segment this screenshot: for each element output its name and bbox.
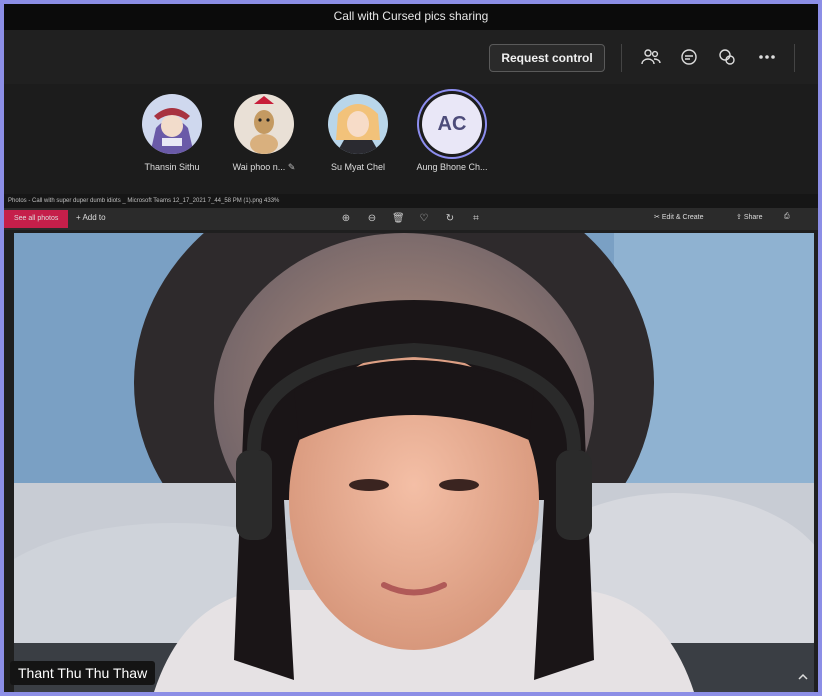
- photos-toolbar: See all photos + Add to ⊕ ⊖ 🗑 ♡ ↻ ⌗ ✂ Ed…: [4, 208, 818, 230]
- shared-window-title: Photos - Call with super duper dumb idio…: [8, 198, 280, 204]
- add-to-button[interactable]: + Add to: [76, 213, 106, 222]
- avatar: [234, 94, 294, 154]
- participant-name: Wai phoo n...: [232, 162, 286, 172]
- toolbar-divider-right: [794, 44, 795, 72]
- avatar: [142, 94, 202, 154]
- speaker-video-person: [154, 300, 694, 692]
- zoom-out-icon[interactable]: ⊖: [366, 213, 378, 225]
- avatar-initials: AC: [422, 94, 482, 154]
- edit-icon: ✂: [654, 214, 660, 221]
- participant-name: Thansin Sithu: [144, 162, 200, 172]
- share-button[interactable]: ⇪ Share: [736, 213, 763, 221]
- participant-name: Su Myat Chel: [330, 162, 386, 172]
- plus-icon: +: [76, 213, 81, 222]
- speaker-name-tag: Thant Thu Thu Thaw: [10, 661, 156, 685]
- participant-tile-active[interactable]: AC Aung Bhone Ch...: [407, 94, 497, 172]
- chat-icon[interactable]: [676, 44, 702, 70]
- more-options-icon[interactable]: [754, 44, 780, 70]
- participant-tile[interactable]: Thansin Sithu: [127, 94, 217, 172]
- window-title: Call with Cursed pics sharing: [333, 9, 489, 23]
- print-icon[interactable]: ⎙: [784, 213, 790, 221]
- delete-icon[interactable]: 🗑: [392, 213, 405, 225]
- toolbar-divider: [621, 44, 622, 72]
- call-toolbar: Request control: [4, 30, 818, 84]
- participant-tile[interactable]: Wai phoo n... ✎: [219, 94, 309, 173]
- participant-name: Aung Bhone Ch...: [416, 162, 488, 172]
- zoom-in-icon[interactable]: ⊕: [340, 213, 352, 225]
- participant-tile[interactable]: Su Myat Chel: [313, 94, 403, 172]
- request-control-button[interactable]: Request control: [489, 44, 605, 72]
- favorite-icon[interactable]: ♡: [418, 213, 430, 225]
- edit-create-button[interactable]: ✂ Edit & Create: [654, 213, 703, 221]
- see-all-photos-button[interactable]: See all photos: [4, 210, 68, 228]
- rotate-icon[interactable]: ↻: [444, 213, 456, 225]
- reactions-icon[interactable]: [714, 44, 740, 70]
- teams-call-window: Call with Cursed pics sharing Request co…: [4, 4, 818, 692]
- crop-icon[interactable]: ⌗: [470, 213, 482, 225]
- participant-strip: Thansin Sithu Wai phoo n... ✎ Su Myat Ch…: [4, 84, 818, 194]
- pin-icon: ✎: [287, 162, 296, 172]
- window-title-bar: Call with Cursed pics sharing: [4, 4, 818, 30]
- share-icon: ⇪: [736, 214, 742, 221]
- avatar: [328, 94, 388, 154]
- people-icon[interactable]: [638, 44, 664, 70]
- shared-window-title-bar: Photos - Call with super duper dumb idio…: [4, 194, 818, 208]
- chevron-up-icon[interactable]: [796, 670, 810, 684]
